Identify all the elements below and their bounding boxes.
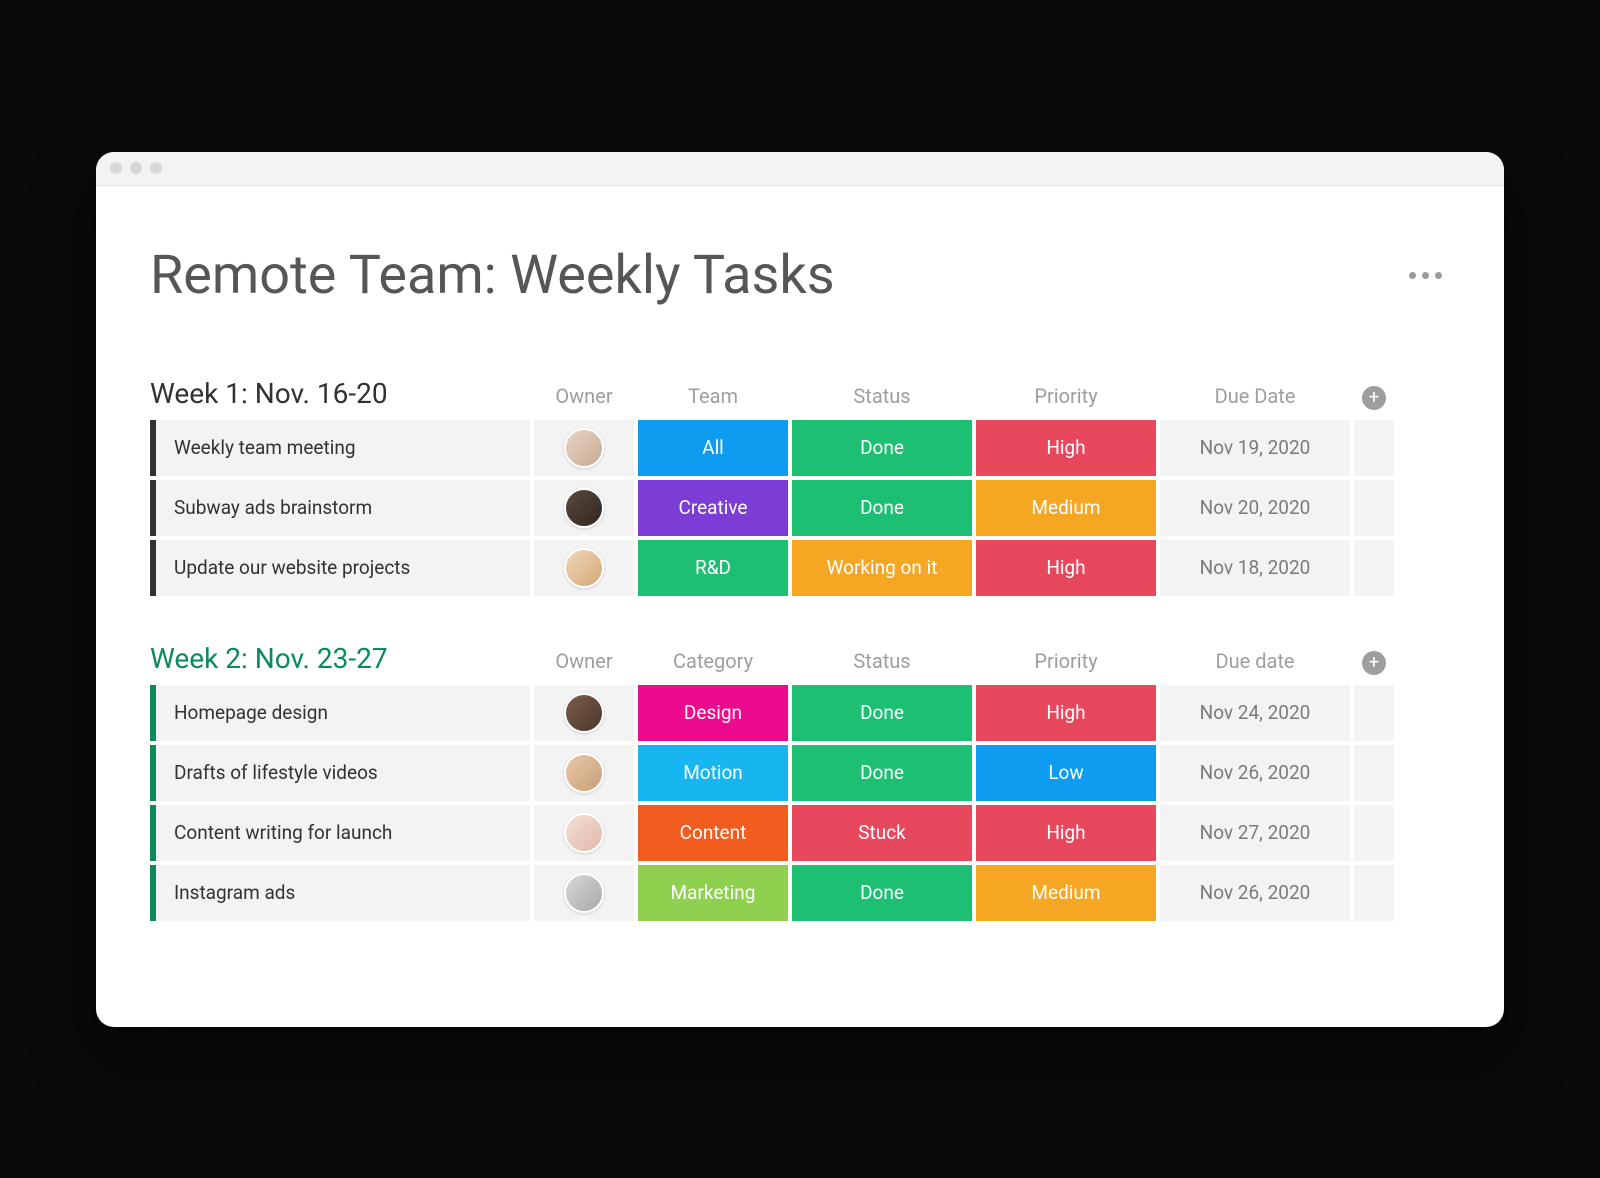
task-name-cell[interactable]: Homepage design <box>150 685 530 741</box>
status-pill[interactable]: Medium <box>976 480 1156 536</box>
status-pill[interactable]: R&D <box>638 540 788 596</box>
status-pill[interactable]: Low <box>976 745 1156 801</box>
column-header[interactable]: Owner <box>534 384 634 414</box>
status-pill[interactable]: Creative <box>638 480 788 536</box>
row-end-cell <box>1354 805 1394 861</box>
status-pill[interactable]: Done <box>792 865 972 921</box>
status-pill[interactable]: High <box>976 685 1156 741</box>
table-row: Homepage design DesignDoneHighNov 24, 202… <box>150 685 1450 741</box>
table-row: Instagram ads MarketingDoneMediumNov 26, … <box>150 865 1450 921</box>
avatar <box>564 693 604 733</box>
column-header[interactable]: Priority <box>976 384 1156 414</box>
board-content: Remote Team: Weekly Tasks Week 1: Nov. 1… <box>96 186 1504 1027</box>
status-pill[interactable]: All <box>638 420 788 476</box>
plus-icon[interactable]: + <box>1362 651 1386 675</box>
due-date-cell[interactable]: Nov 27, 2020 <box>1160 805 1350 861</box>
due-date-cell[interactable]: Nov 24, 2020 <box>1160 685 1350 741</box>
dot-icon <box>1409 272 1416 279</box>
row-end-cell <box>1354 540 1394 596</box>
task-group: Week 2: Nov. 23-27OwnerCategoryStatusPri… <box>150 642 1450 921</box>
status-pill[interactable]: Done <box>792 685 972 741</box>
add-column: + <box>1354 386 1394 414</box>
task-group: Week 1: Nov. 16-20OwnerTeamStatusPriorit… <box>150 377 1450 596</box>
page-title: Remote Team: Weekly Tasks <box>150 244 835 307</box>
dot-icon <box>1435 272 1442 279</box>
column-header[interactable]: Status <box>792 384 972 414</box>
avatar <box>564 428 604 468</box>
due-date-cell[interactable]: Nov 18, 2020 <box>1160 540 1350 596</box>
owner-cell[interactable] <box>534 685 634 741</box>
status-pill[interactable]: Done <box>792 745 972 801</box>
task-name-cell[interactable]: Drafts of lifestyle videos <box>150 745 530 801</box>
dot-icon <box>1422 272 1429 279</box>
avatar <box>564 753 604 793</box>
column-header[interactable]: Owner <box>534 649 634 679</box>
row-end-cell <box>1354 745 1394 801</box>
owner-cell[interactable] <box>534 420 634 476</box>
row-end-cell <box>1354 480 1394 536</box>
window-dot-close[interactable] <box>110 162 122 174</box>
task-name-cell[interactable]: Weekly team meeting <box>150 420 530 476</box>
avatar <box>564 488 604 528</box>
column-header[interactable]: Team <box>638 384 788 414</box>
status-pill[interactable]: Stuck <box>792 805 972 861</box>
owner-cell[interactable] <box>534 480 634 536</box>
column-header[interactable]: Priority <box>976 649 1156 679</box>
group-title[interactable]: Week 1: Nov. 16-20 <box>150 377 530 414</box>
column-header[interactable]: Category <box>638 649 788 679</box>
table-row: Weekly team meeting AllDoneHighNov 19, 20… <box>150 420 1450 476</box>
group-header: Week 2: Nov. 23-27OwnerCategoryStatusPri… <box>150 642 1450 679</box>
avatar <box>564 873 604 913</box>
status-pill[interactable]: Working on it <box>792 540 972 596</box>
due-date-cell[interactable]: Nov 26, 2020 <box>1160 745 1350 801</box>
due-date-cell[interactable]: Nov 20, 2020 <box>1160 480 1350 536</box>
column-header[interactable]: Due date <box>1160 649 1350 679</box>
table-row: Drafts of lifestyle videos MotionDoneLowN… <box>150 745 1450 801</box>
column-header[interactable]: Due Date <box>1160 384 1350 414</box>
board-header: Remote Team: Weekly Tasks <box>150 244 1450 307</box>
status-pill[interactable]: Done <box>792 420 972 476</box>
avatar <box>564 548 604 588</box>
avatar <box>564 813 604 853</box>
task-name-cell[interactable]: Update our website projects <box>150 540 530 596</box>
window-dot-max[interactable] <box>150 162 162 174</box>
status-pill[interactable]: High <box>976 420 1156 476</box>
task-name-cell[interactable]: Subway ads brainstorm <box>150 480 530 536</box>
table-row: Update our website projects R&DWorking on… <box>150 540 1450 596</box>
table-row: Content writing for launch ContentStuckHi… <box>150 805 1450 861</box>
due-date-cell[interactable]: Nov 26, 2020 <box>1160 865 1350 921</box>
app-window: Remote Team: Weekly Tasks Week 1: Nov. 1… <box>96 152 1504 1027</box>
owner-cell[interactable] <box>534 865 634 921</box>
row-end-cell <box>1354 865 1394 921</box>
column-header[interactable]: Status <box>792 649 972 679</box>
status-pill[interactable]: Done <box>792 480 972 536</box>
status-pill[interactable]: Marketing <box>638 865 788 921</box>
status-pill[interactable]: Medium <box>976 865 1156 921</box>
owner-cell[interactable] <box>534 805 634 861</box>
status-pill[interactable]: High <box>976 540 1156 596</box>
more-menu-button[interactable] <box>1401 264 1450 287</box>
status-pill[interactable]: Content <box>638 805 788 861</box>
status-pill[interactable]: Motion <box>638 745 788 801</box>
window-dot-min[interactable] <box>130 162 142 174</box>
row-end-cell <box>1354 685 1394 741</box>
row-end-cell <box>1354 420 1394 476</box>
owner-cell[interactable] <box>534 745 634 801</box>
status-pill[interactable]: High <box>976 805 1156 861</box>
status-pill[interactable]: Design <box>638 685 788 741</box>
task-name-cell[interactable]: Content writing for launch <box>150 805 530 861</box>
group-rows: Weekly team meetingAllDoneHighNov 19, 20… <box>150 420 1450 596</box>
add-column: + <box>1354 651 1394 679</box>
group-title[interactable]: Week 2: Nov. 23-27 <box>150 642 530 679</box>
group-rows: Homepage designDesignDoneHighNov 24, 202… <box>150 685 1450 921</box>
table-row: Subway ads brainstorm CreativeDoneMediumN… <box>150 480 1450 536</box>
plus-icon[interactable]: + <box>1362 386 1386 410</box>
group-header: Week 1: Nov. 16-20OwnerTeamStatusPriorit… <box>150 377 1450 414</box>
owner-cell[interactable] <box>534 540 634 596</box>
window-titlebar <box>96 152 1504 186</box>
task-name-cell[interactable]: Instagram ads <box>150 865 530 921</box>
due-date-cell[interactable]: Nov 19, 2020 <box>1160 420 1350 476</box>
